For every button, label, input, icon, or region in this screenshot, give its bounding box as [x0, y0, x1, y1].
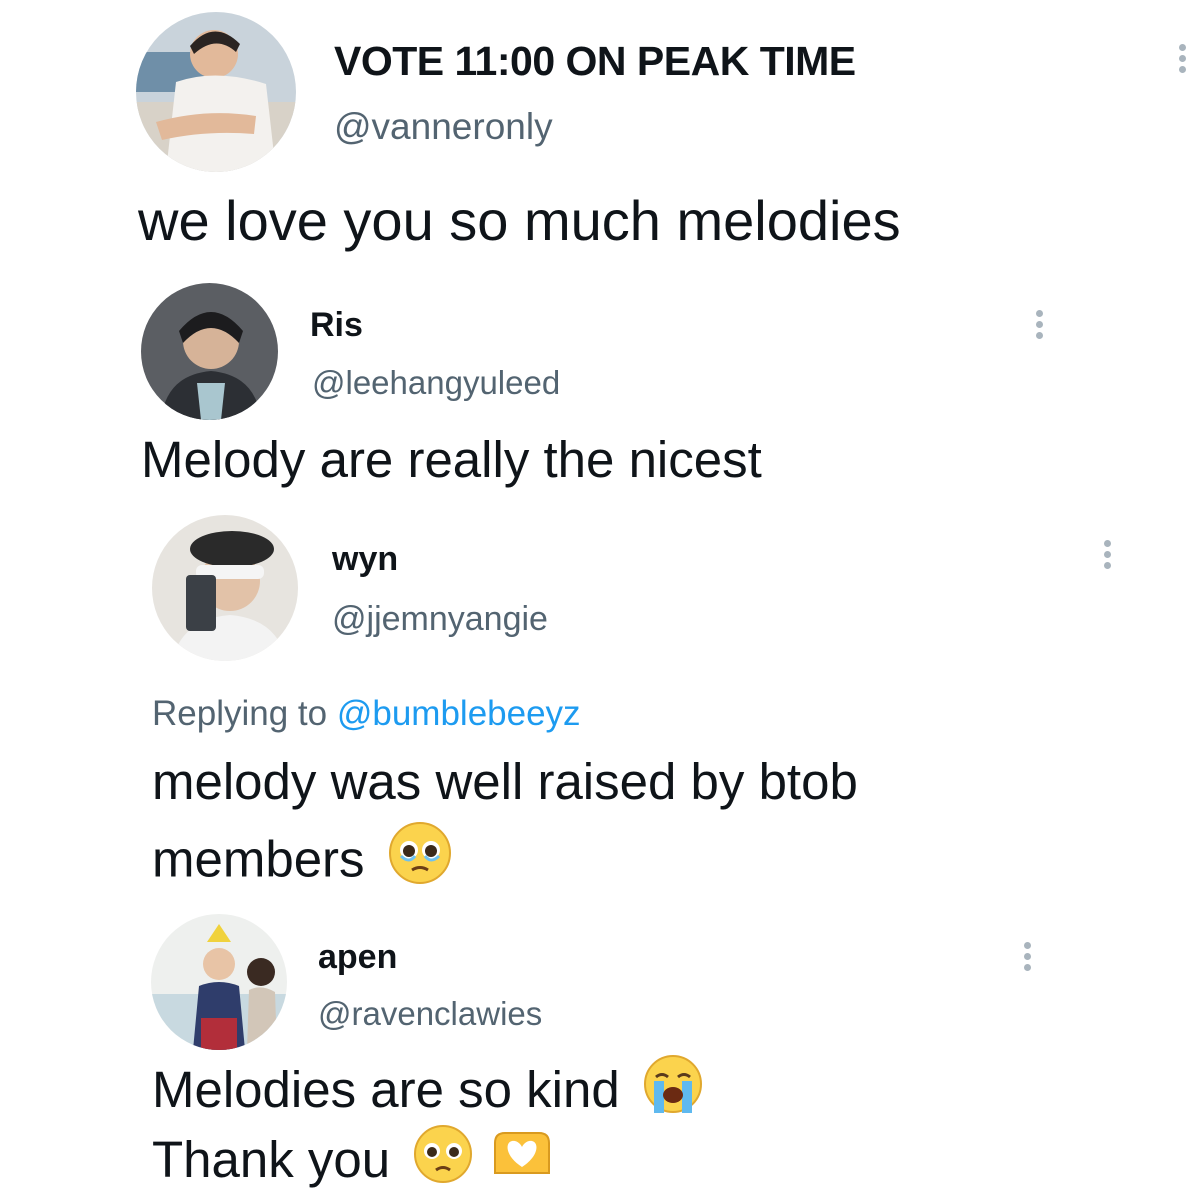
- tweet-text: Melody are really the nicest: [141, 431, 762, 488]
- avatar-vanneronly[interactable]: [136, 12, 296, 172]
- reply-mention-link[interactable]: @bumblebeeyz: [337, 694, 581, 733]
- avatar-leehangyuleed[interactable]: [141, 283, 278, 420]
- tweet-text-line2-row: members: [152, 822, 453, 898]
- display-name[interactable]: wyn: [332, 540, 398, 579]
- more-options-icon[interactable]: [1100, 540, 1114, 569]
- display-name[interactable]: VOTE 11:00 ON PEAK TIME: [334, 38, 856, 85]
- reply-prefix: Replying to: [152, 694, 328, 733]
- more-options-icon[interactable]: [1020, 942, 1034, 971]
- loudly-crying-face-icon: [642, 1053, 704, 1127]
- avatar-ravenclawies[interactable]: [151, 914, 287, 1050]
- user-handle[interactable]: @vanneronly: [334, 106, 553, 148]
- user-handle[interactable]: @jjemnyangie: [332, 600, 548, 639]
- avatar-jjemnyangie[interactable]: [152, 515, 298, 661]
- tweet-text-line1-row: Melodies are so kind: [152, 1054, 704, 1127]
- tweet-text-line1: Melodies are so kind: [152, 1061, 620, 1118]
- pleading-face-icon: [387, 820, 453, 898]
- user-handle[interactable]: @leehangyuleed: [312, 364, 560, 402]
- more-options-icon[interactable]: [1175, 44, 1189, 73]
- tweet-text-line2: members: [152, 830, 365, 888]
- display-name[interactable]: apen: [318, 938, 397, 977]
- tweet-text: we love you so much melodies: [138, 189, 901, 252]
- tweet-text-line1: melody was well raised by btob: [152, 753, 858, 810]
- more-options-icon[interactable]: [1032, 310, 1046, 339]
- tweet-text-line2: Thank you: [152, 1131, 391, 1188]
- replying-to-line: Replying to @bumblebeeyz: [152, 694, 581, 734]
- pleading-face-icon: [412, 1123, 474, 1197]
- user-handle[interactable]: @ravenclawies: [318, 995, 542, 1033]
- tweet-text-line2-row: Thank you: [152, 1124, 553, 1197]
- display-name[interactable]: Ris: [310, 306, 363, 345]
- heart-hands-icon: [491, 1123, 553, 1197]
